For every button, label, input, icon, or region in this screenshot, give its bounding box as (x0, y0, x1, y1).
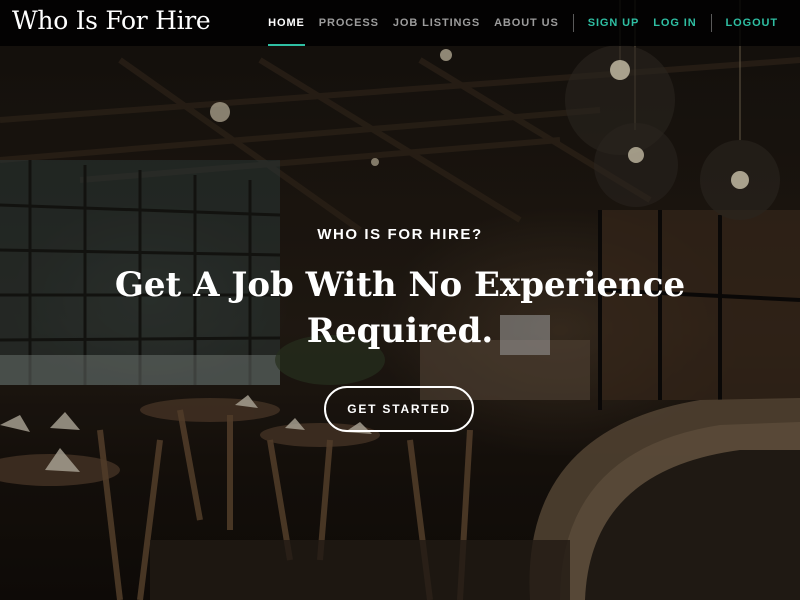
hero-headline: Get A Job With No Experience Required. (114, 265, 686, 351)
get-started-button[interactable]: GET STARTED (324, 386, 474, 432)
hero-section: WHO IS FOR HIRE? Get A Job With No Exper… (0, 0, 800, 600)
hero-eyebrow-text: WHO IS FOR HIRE? (317, 226, 483, 243)
